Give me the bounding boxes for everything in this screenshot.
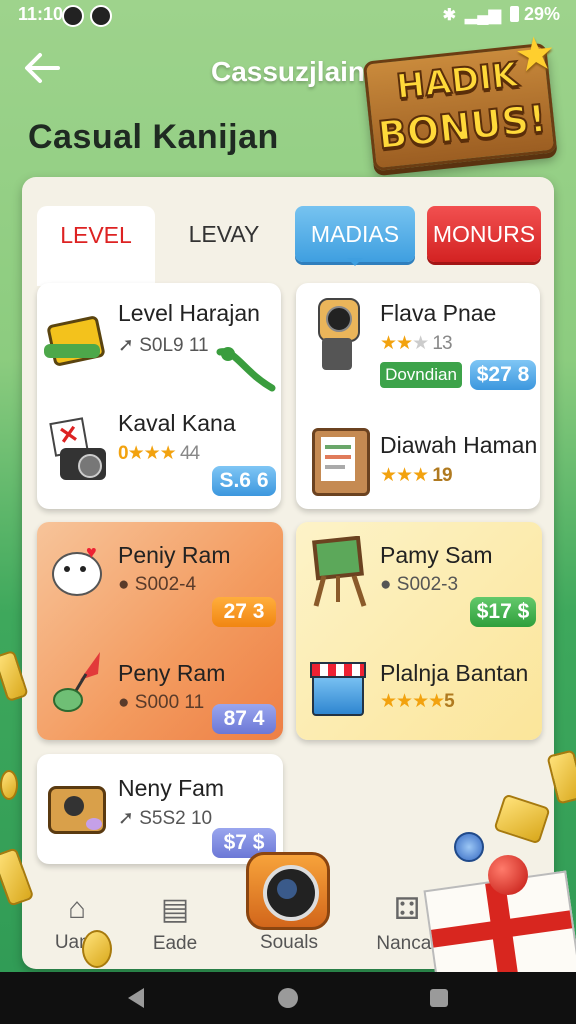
notification-icon-2 <box>90 5 112 27</box>
rating: ★★★ 13 <box>380 333 453 354</box>
system-nav-bar <box>0 972 576 1024</box>
rating-count: 13 <box>432 333 452 354</box>
back-triangle-icon[interactable] <box>128 988 144 1008</box>
ticket-icon <box>44 310 106 370</box>
tab-label: LEVAY <box>188 220 260 247</box>
location-icon: ● <box>118 574 135 595</box>
item-name[interactable]: Level Harajan <box>118 300 260 327</box>
battery-icon <box>509 6 519 22</box>
home-circle-icon[interactable] <box>278 988 298 1008</box>
download-tag[interactable]: Dovndian <box>380 362 462 388</box>
battery-level: 29% <box>523 4 560 24</box>
item-code: ● S000 11 <box>118 692 204 714</box>
rating: ★★★ 19 <box>380 465 453 486</box>
item-code: ● S002-4 <box>118 574 196 596</box>
coin-icon <box>0 770 18 800</box>
tab-label: MONURS <box>432 220 536 247</box>
clapper-icon <box>308 658 366 716</box>
star-icon: ★ <box>512 25 559 82</box>
price-button[interactable]: $27 8 <box>470 360 536 390</box>
item-code-value: S0L9 11 <box>139 335 209 356</box>
location-icon: ● <box>380 574 397 595</box>
tab-monurs[interactable]: MONURS <box>427 206 541 262</box>
tab-madias[interactable]: MADIAS <box>295 206 415 266</box>
rating: ★★★★5 <box>380 691 455 712</box>
gift-ornament-icon <box>488 855 528 895</box>
price-button[interactable]: S.6 6 <box>212 466 276 496</box>
item-name[interactable]: Flava Pnae <box>380 300 496 327</box>
camera-lens-inner <box>277 879 297 899</box>
nav-eade[interactable]: ▤ Eade <box>120 880 230 969</box>
item-name[interactable]: Plalnja Bantan <box>380 660 528 687</box>
recents-square-icon[interactable] <box>430 989 448 1007</box>
rating: 0★★★ 44 <box>118 443 200 464</box>
item-code: ● S002-3 <box>380 574 458 596</box>
coin-icon <box>82 930 112 968</box>
wallet-icon <box>48 782 106 834</box>
item-name[interactable]: Neny Fam <box>118 775 224 802</box>
nav-label: Souals <box>259 932 319 953</box>
balloon-icon <box>50 650 110 714</box>
price-button[interactable]: $17 $ <box>470 597 536 627</box>
item-code-value: S002-3 <box>396 574 459 595</box>
trade-icon: ▤ <box>160 893 190 926</box>
item-name[interactable]: Peny Ram <box>118 660 225 687</box>
item-name[interactable]: Diawah Haman <box>380 432 537 459</box>
rating-count: 44 <box>179 443 200 464</box>
rating-count: 19 <box>432 465 452 486</box>
item-code-value: S000 11 <box>134 692 205 713</box>
notification-icon <box>62 5 84 27</box>
status-time: 11:10 <box>18 4 64 24</box>
status-right: ✱ ▂▄▆ 29% <box>443 4 560 25</box>
tab-level[interactable]: LEVEL <box>37 206 155 286</box>
location-icon: ● <box>118 692 135 713</box>
nav-label: Eade <box>152 933 198 954</box>
signal-icon: ▂▄▆ <box>464 7 501 24</box>
rating-count: 5 <box>444 691 455 712</box>
item-code-value: S002-4 <box>134 574 197 595</box>
item-name[interactable]: Kaval Kana <box>118 410 236 437</box>
tab-levay[interactable]: LEVAY <box>160 206 288 262</box>
action-camera-icon <box>314 298 360 376</box>
nav-label: Nancar <box>376 933 438 954</box>
camera-icon[interactable] <box>246 852 330 930</box>
leaf-icon <box>214 342 278 396</box>
bluetooth-icon: ✱ <box>442 7 456 24</box>
tag-icon: ➚ <box>118 335 140 356</box>
notes-icon <box>312 428 370 496</box>
tag-icon: ➚ <box>118 808 140 829</box>
item-code: ➚ S5S2 10 <box>118 807 212 830</box>
status-bar: 11:10 ✱ ▂▄▆ 29% <box>0 0 576 30</box>
item-code-value: S5S2 10 <box>139 808 213 829</box>
camera-photo-icon: ✕ <box>49 417 110 486</box>
bonus-badge[interactable]: HADIK BONUS! ★ <box>362 26 558 172</box>
item-name[interactable]: Peniy Ram <box>118 542 230 569</box>
coin-icon <box>454 832 484 862</box>
nav-uans[interactable]: ⌂ Uans <box>22 880 132 969</box>
tab-label: MADIAS <box>310 220 400 247</box>
home-icon: ⌂ <box>67 892 87 925</box>
tab-label: LEVEL <box>60 221 132 248</box>
item-code: ➚ S0L9 11 <box>118 334 209 357</box>
page-title: Casual Kanijan <box>28 118 279 156</box>
sheep-icon: ♥ <box>48 540 104 602</box>
price-button[interactable]: 27 3 <box>212 597 276 627</box>
item-name[interactable]: Pamy Sam <box>380 542 492 569</box>
rating-prefix: 0 <box>118 443 129 464</box>
easel-icon <box>308 535 370 608</box>
price-button[interactable]: 87 4 <box>212 704 276 734</box>
